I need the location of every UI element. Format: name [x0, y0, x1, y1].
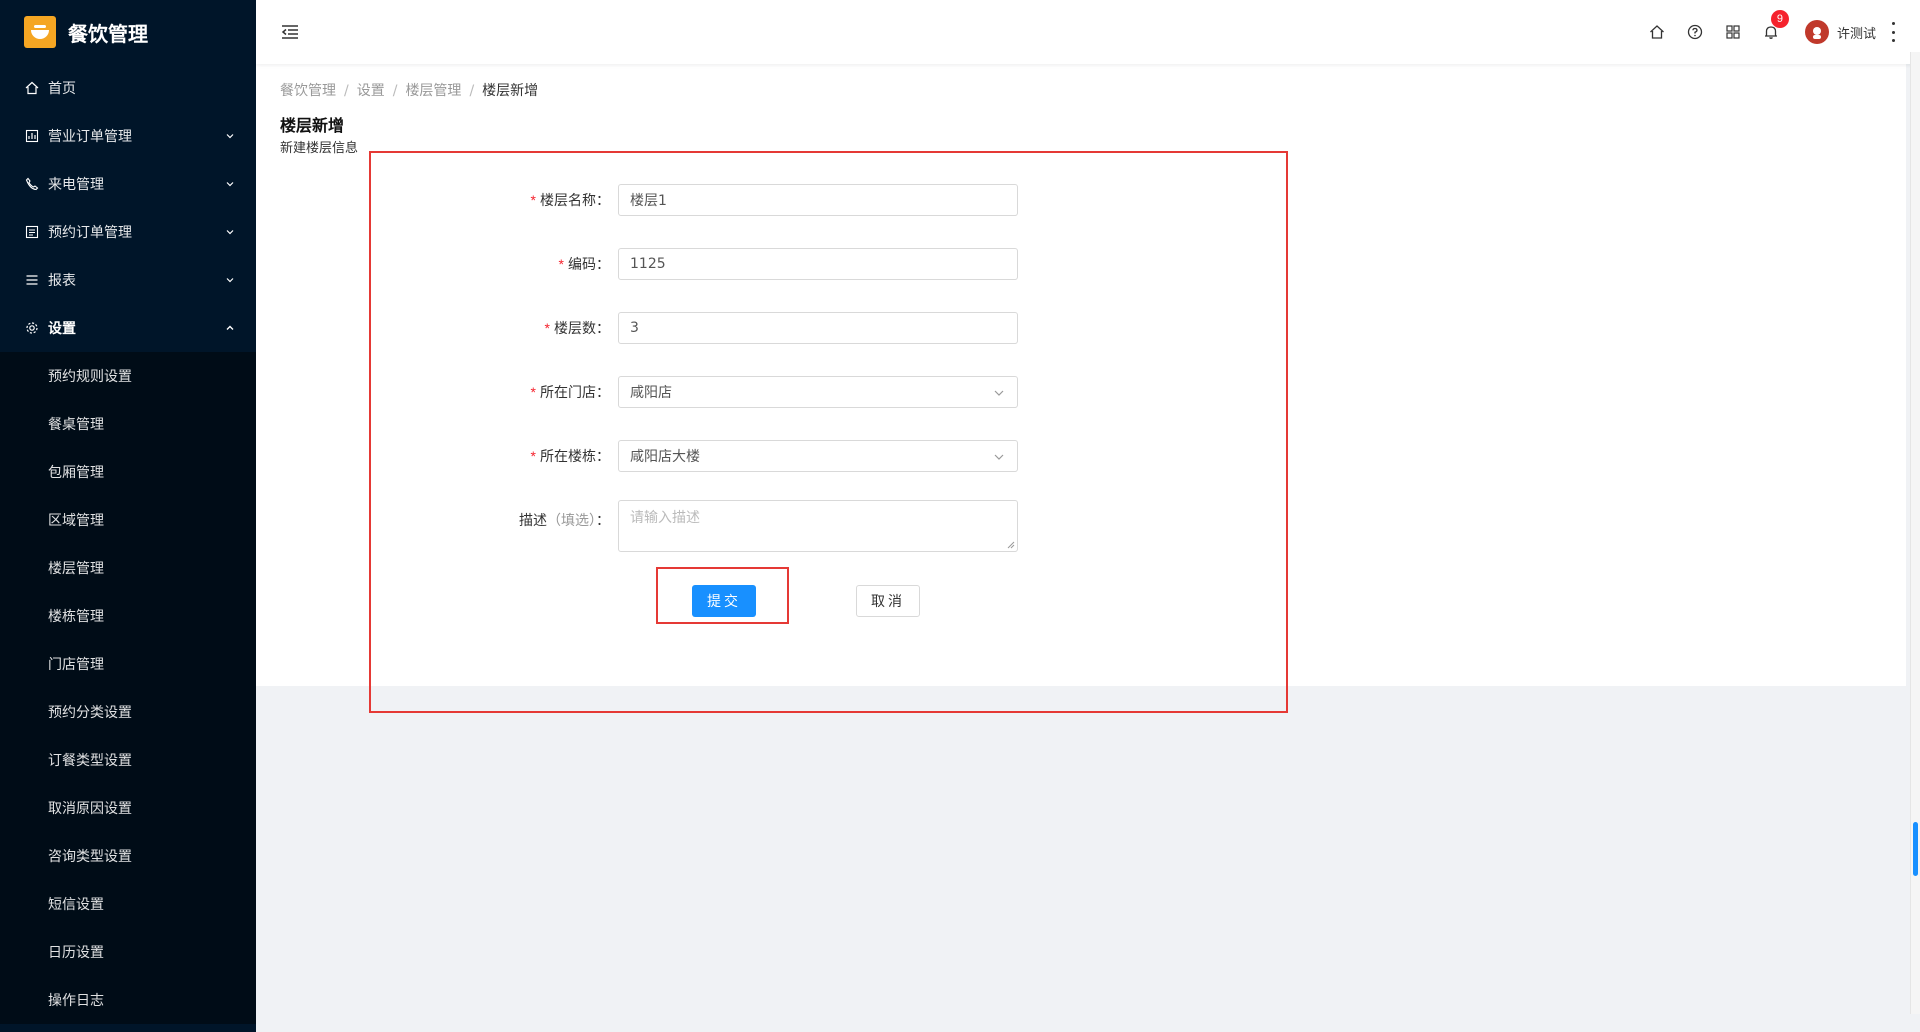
sidebar-item-reservation-rules[interactable]: 预约规则设置 [0, 352, 256, 400]
home-icon[interactable] [1647, 22, 1667, 42]
sidebar-menu: 首页 营业订单管理 来电管理 预约订单管理 报表 设置 [0, 64, 256, 352]
page-title: 楼层新增 [280, 116, 345, 135]
floor-name-input[interactable]: 楼层1 [618, 184, 1018, 216]
sidebar-item-area-management[interactable]: 区域管理 [0, 496, 256, 544]
breadcrumb: 餐饮管理 / 设置 / 楼层管理 / 楼层新增 [280, 83, 539, 99]
required-mark: * [544, 320, 550, 336]
sidebar-item-store-management[interactable]: 门店管理 [0, 640, 256, 688]
menu-lines-icon [24, 272, 40, 288]
sidebar-item-label: 预约订单管理 [48, 225, 132, 241]
sidebar-item-reports[interactable]: 报表 [0, 256, 256, 304]
settings-submenu: 预约规则设置 餐桌管理 包厢管理 区域管理 楼层管理 楼栋管理 门店管理 预约分… [0, 352, 256, 1024]
submit-button[interactable]: 提交 [692, 585, 756, 617]
home-icon [24, 80, 40, 96]
chevron-down-icon [226, 230, 234, 235]
notification-badge: 9 [1770, 10, 1789, 28]
sidebar-item-table-management[interactable]: 餐桌管理 [0, 400, 256, 448]
sidebar-item-reservation-category[interactable]: 预约分类设置 [0, 688, 256, 736]
sidebar-item-label: 报表 [48, 273, 76, 289]
sidebar-item-label: 来电管理 [48, 177, 104, 193]
form-row-code: * 编码： 1125 [400, 248, 1020, 280]
sidebar-item-private-room-management[interactable]: 包厢管理 [0, 448, 256, 496]
sidebar-item-reservation-orders[interactable]: 预约订单管理 [0, 208, 256, 256]
sidebar-item-inquiry-type[interactable]: 咨询类型设置 [0, 832, 256, 880]
sidebar-item-calendar-settings[interactable]: 日历设置 [0, 928, 256, 976]
form-row-description: 描述（填选）： 请输入描述 [400, 500, 1020, 552]
chevron-down-icon [994, 390, 1004, 396]
logo-icon [24, 16, 56, 48]
chevron-down-icon [226, 134, 234, 139]
chevron-down-icon [226, 182, 234, 187]
code-input[interactable]: 1125 [618, 248, 1018, 280]
logo[interactable]: 餐饮管理 [0, 0, 256, 64]
floor-name-label: * 楼层名称： [530, 192, 610, 209]
scrollbar-thumb[interactable] [1913, 822, 1918, 876]
store-label: * 所在门店： [530, 384, 610, 401]
sidebar-item-home[interactable]: 首页 [0, 64, 256, 112]
chevron-down-icon [994, 454, 1004, 460]
sidebar: 餐饮管理 首页 营业订单管理 来电管理 预约订单管理 报表 设置 预约规则设置 … [0, 0, 256, 1032]
required-mark: * [530, 384, 536, 400]
breadcrumb-item[interactable]: 设置 [357, 83, 385, 99]
description-label: 描述（填选）： [519, 513, 610, 529]
breadcrumb-current: 楼层新增 [482, 83, 539, 99]
sidebar-item-sms-settings[interactable]: 短信设置 [0, 880, 256, 928]
header-actions: 9 许测试 [1629, 0, 1896, 64]
building-label: * 所在楼栋： [530, 448, 610, 465]
content-panel [256, 64, 1906, 686]
sidebar-item-operation-log[interactable]: 操作日志 [0, 976, 256, 1024]
sidebar-item-order-type[interactable]: 订餐类型设置 [0, 736, 256, 784]
gear-icon [24, 320, 40, 336]
sidebar-item-building-management[interactable]: 楼栋管理 [0, 592, 256, 640]
description-textarea[interactable]: 请输入描述 [618, 500, 1018, 552]
required-mark: * [530, 448, 536, 464]
bell-icon[interactable]: 9 [1761, 10, 1789, 42]
sidebar-item-settings[interactable]: 设置 [0, 304, 256, 352]
breadcrumb-item[interactable]: 餐饮管理 [280, 83, 336, 99]
store-select[interactable]: 咸阳店 [618, 376, 1018, 408]
sidebar-item-business-orders[interactable]: 营业订单管理 [0, 112, 256, 160]
required-mark: * [530, 192, 536, 208]
avatar [1804, 20, 1829, 44]
resize-handle-icon[interactable] [1007, 541, 1015, 549]
page-description: 新建楼层信息 [280, 141, 359, 156]
help-icon[interactable] [1685, 22, 1705, 42]
chart-icon [24, 128, 40, 144]
form-row-floor-count: * 楼层数： 3 [400, 312, 1020, 344]
app-title: 餐饮管理 [68, 21, 148, 46]
top-header: 9 许测试 [256, 0, 1920, 64]
user-name: 许测试 [1836, 26, 1876, 42]
code-label: * 编码： [558, 256, 610, 273]
sidebar-item-label: 营业订单管理 [48, 129, 132, 145]
more-vertical-icon[interactable] [1890, 22, 1896, 42]
required-mark: * [558, 256, 564, 272]
chevron-down-icon [226, 278, 234, 283]
store-select-value: 咸阳店 [630, 385, 672, 401]
form-row-floor-name: * 楼层名称： 楼层1 [400, 184, 1020, 216]
floor-count-label: * 楼层数： [544, 320, 610, 337]
list-icon [24, 224, 40, 240]
floor-count-input[interactable]: 3 [618, 312, 1018, 344]
apps-grid-icon[interactable] [1723, 22, 1743, 42]
sidebar-item-calls[interactable]: 来电管理 [0, 160, 256, 208]
menu-fold-icon[interactable] [278, 20, 302, 44]
cancel-button[interactable]: 取消 [856, 585, 920, 617]
sidebar-item-label: 首页 [48, 81, 76, 97]
form-row-building: * 所在楼栋： 咸阳店大楼 [400, 440, 1020, 472]
sidebar-item-label: 设置 [48, 321, 76, 337]
breadcrumb-item[interactable]: 楼层管理 [405, 83, 461, 99]
building-select[interactable]: 咸阳店大楼 [618, 440, 1018, 472]
form-row-store: * 所在门店： 咸阳店 [400, 376, 1020, 408]
sidebar-item-floor-management[interactable]: 楼层管理 [0, 544, 256, 592]
sidebar-item-cancel-reason[interactable]: 取消原因设置 [0, 784, 256, 832]
phone-icon [24, 176, 40, 192]
description-placeholder: 请输入描述 [630, 510, 700, 526]
chevron-up-icon [226, 325, 234, 330]
user-menu[interactable]: 许测试 [1804, 20, 1876, 44]
scrollbar[interactable] [1910, 52, 1920, 1014]
building-select-value: 咸阳店大楼 [630, 449, 700, 465]
